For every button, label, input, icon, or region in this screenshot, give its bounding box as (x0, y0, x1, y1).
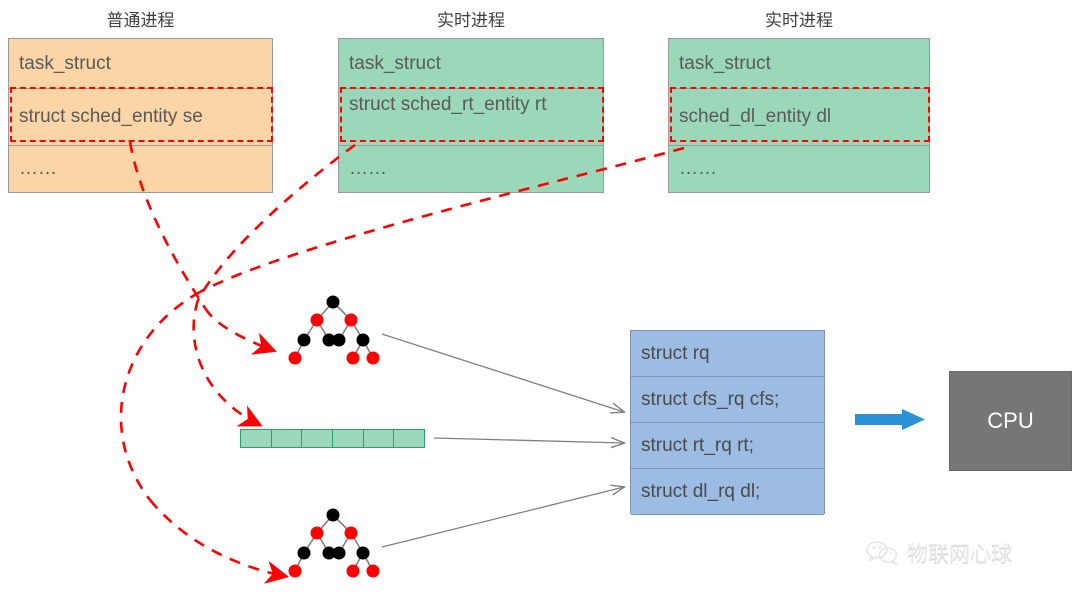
diagram-connectors-layer (119, 141, 925, 584)
watermark: 物联网心球 (866, 538, 1012, 568)
dl-red-black-tree (288, 508, 380, 578)
cfs-red-black-tree (288, 295, 380, 365)
arrow-rq-to-cpu (855, 409, 925, 430)
wechat-icon (866, 541, 898, 565)
link-sched-entity-to-cfs-rbtree (128, 141, 277, 355)
connector-rt-array-to-rq (433, 438, 624, 443)
connector-cfs-rbtree-to-rq (381, 333, 624, 412)
watermark-text: 物联网心球 (907, 542, 1012, 566)
link-sched-dl-entity-to-dl-rbtree (119, 146, 685, 584)
connector-dl-rbtree-to-rq (381, 487, 624, 548)
